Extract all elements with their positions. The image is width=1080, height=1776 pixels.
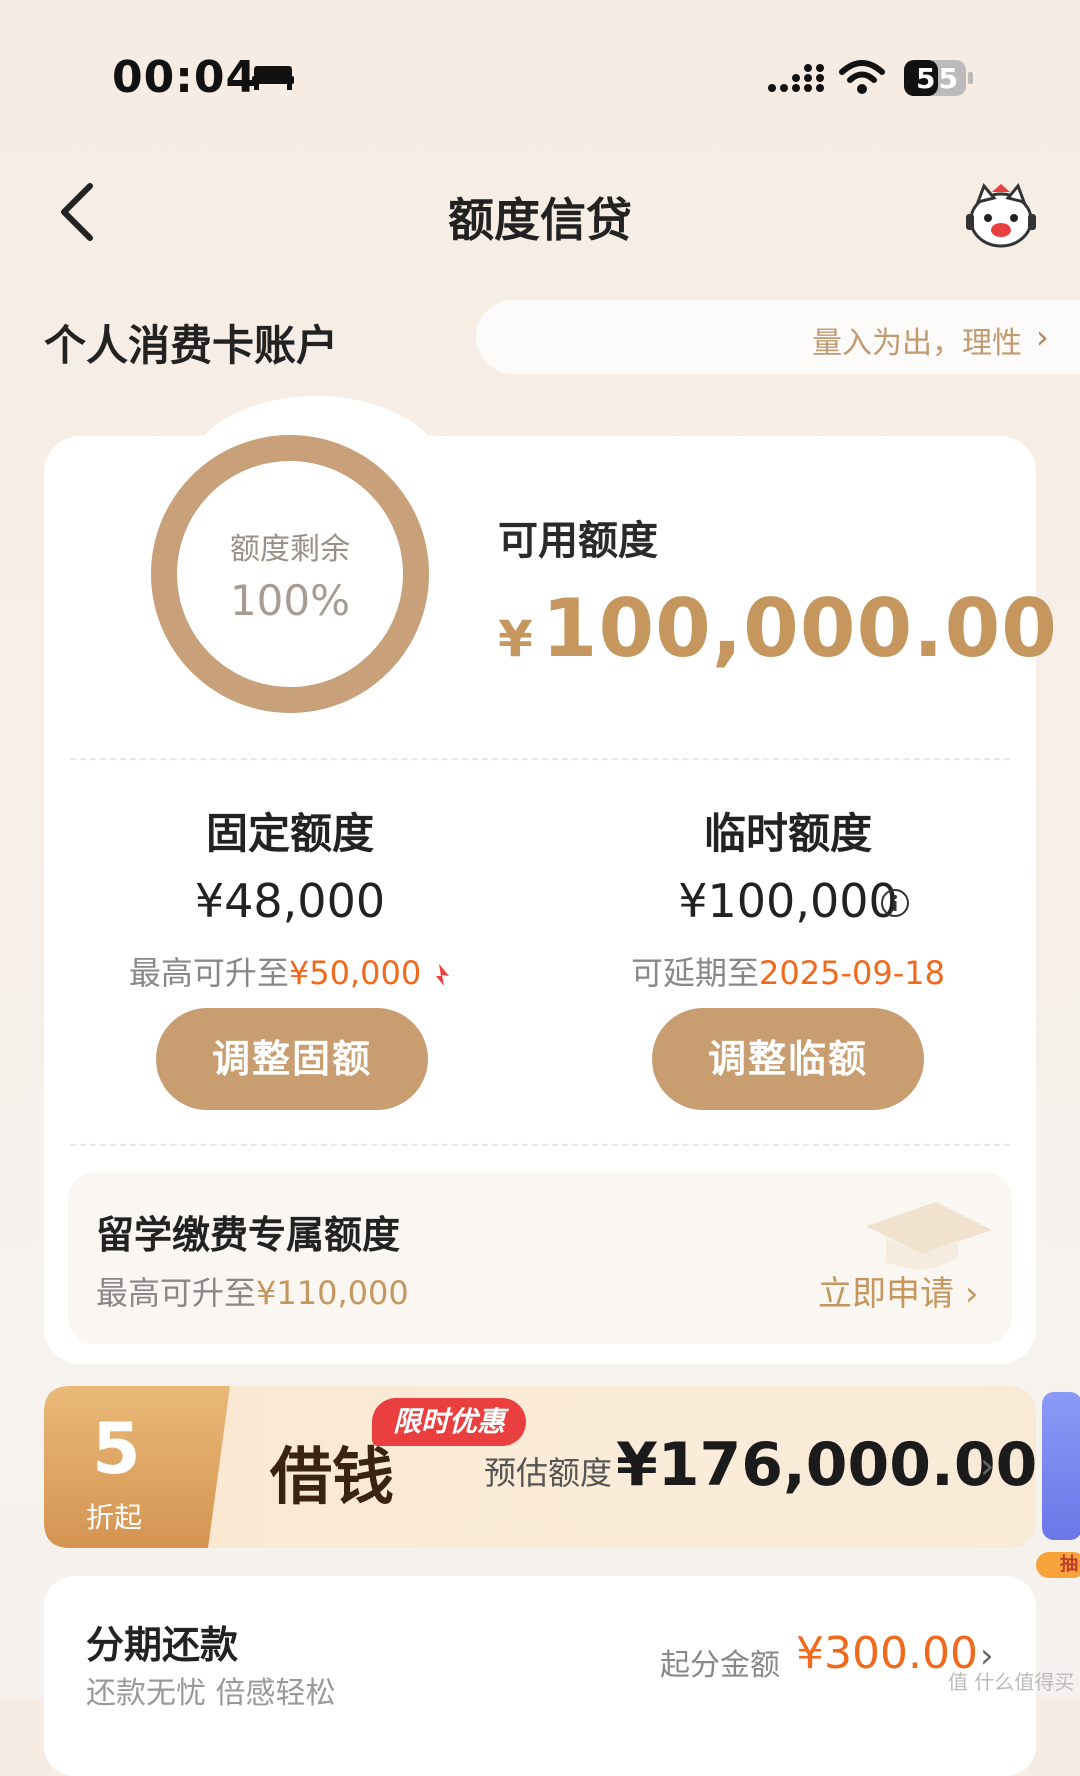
side-promo-tag[interactable]: 抽 (1036, 1552, 1080, 1578)
watermark: 值 什么值得买 (948, 1670, 1075, 1694)
chevron-right-icon: › (964, 1274, 979, 1314)
ring-label: 额度剩余 (230, 532, 350, 567)
study-abroad-max: 最高可升至¥110,000 (96, 1274, 409, 1312)
status-time: 00:04 (112, 52, 258, 103)
discount-block (44, 1386, 230, 1548)
mascot-service-icon[interactable] (964, 182, 1038, 250)
adjust-temp-button[interactable]: 调整临额 (652, 1008, 924, 1110)
page-title: 额度信贷 (448, 193, 632, 247)
discount-label: 折起 (86, 1501, 143, 1534)
promo-badge: 限时优惠 (372, 1398, 526, 1446)
chevron-right-icon: › (980, 1446, 995, 1487)
chevron-right-icon: › (1036, 318, 1049, 356)
sleep-focus-icon (252, 66, 294, 90)
cellular-signal-icon (768, 64, 824, 92)
fixed-quota-title: 固定额度 (205, 809, 374, 858)
fixed-quota-max: 最高可升至¥50,000 (60, 948, 520, 994)
side-promo-image[interactable] (1042, 1392, 1080, 1540)
up-arrow-icon (436, 964, 450, 986)
installment-subtitle: 还款无忧 倍感轻松 (86, 1676, 336, 1711)
temp-quota-title: 临时额度 (703, 809, 872, 858)
discount-number: 5 (92, 1408, 141, 1490)
available-amount: ¥100,000.00 (498, 582, 1058, 675)
wifi-icon (839, 60, 885, 94)
available-label: 可用额度 (498, 518, 658, 564)
divider (70, 1144, 1010, 1146)
estimate-label: 预估额度 (484, 1454, 613, 1492)
account-title: 个人消费卡账户 (44, 321, 339, 370)
slogan-text: 量入为出，理性 (812, 326, 1022, 361)
study-abroad-title: 留学缴费专属额度 (96, 1213, 401, 1257)
temp-quota-amount: ¥100,000 (678, 874, 898, 928)
graduation-cap-icon (866, 1202, 992, 1270)
fixed-quota-amount: ¥48,000 (194, 874, 386, 928)
installment-min-label: 起分金额 (660, 1648, 780, 1683)
ring-value: 100% (229, 576, 351, 625)
adjust-fixed-button[interactable]: 调整固额 (156, 1008, 428, 1110)
info-icon[interactable] (880, 888, 910, 918)
estimate-amount: ¥176,000.00 (616, 1430, 1038, 1500)
quota-ring (151, 435, 429, 713)
divider (70, 758, 1010, 760)
battery-indicator: 55 (904, 60, 974, 96)
installment-title: 分期还款 (86, 1623, 239, 1667)
apply-now-link[interactable]: 立即申请 › (818, 1266, 978, 1315)
temp-quota-extend: 可延期至2025-09-18 (631, 954, 945, 992)
